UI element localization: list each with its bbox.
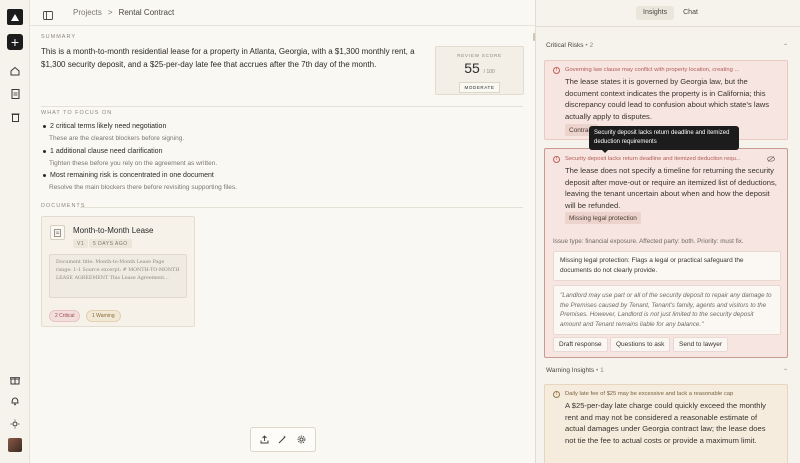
risk-body: The lease does not specify a timeline fo…	[565, 166, 777, 210]
sidebar-toggle-icon[interactable]	[43, 7, 53, 25]
warning-title: Daily late fee of $25 may be excessive a…	[565, 391, 734, 397]
send-to-lawyer-button[interactable]: Send to lawyer	[673, 337, 728, 352]
icon-rail: +	[0, 0, 30, 463]
tab-chat[interactable]: Chat	[676, 6, 705, 20]
eye-off-icon[interactable]	[767, 156, 775, 164]
avatar[interactable]	[8, 438, 22, 452]
panel-tabs: Insights Chat	[636, 6, 705, 20]
review-score-card: REVIEW SCORE 55 / 100 MODERATE	[435, 46, 524, 95]
chevron-up-icon[interactable]: ⌃	[783, 43, 788, 50]
breadcrumb: Projects > Rental Contract	[73, 8, 174, 17]
critical-badge: 2 Critical	[49, 310, 81, 322]
plus-icon[interactable]: +	[7, 34, 23, 50]
warning-badge: 1 Warning	[86, 310, 121, 322]
focus-item-sub: Tighten these before you rely on the agr…	[49, 160, 218, 167]
home-icon[interactable]	[7, 63, 23, 79]
warning-icon: !	[553, 391, 560, 398]
critical-risks-header[interactable]: Critical Risks • 2	[546, 42, 593, 49]
divider	[536, 26, 800, 27]
sun-icon[interactable]	[7, 416, 23, 432]
tab-insights[interactable]: Insights	[636, 6, 675, 20]
warning-insights-header[interactable]: Warning Insights • 1	[546, 367, 604, 374]
focus-item: 2 critical terms likely need negotiation	[43, 123, 166, 130]
warning-card[interactable]: ! Daily late fee of $25 may be excessive…	[544, 384, 788, 463]
logo-icon[interactable]	[7, 9, 23, 25]
chevron-up-icon[interactable]: ⌃	[783, 368, 788, 375]
warning-body: A $25-per-day late charge could quickly …	[565, 401, 766, 445]
focus-item-sub: Resolve the main blockers there before r…	[49, 184, 237, 191]
warning-insights-count: 1	[600, 367, 604, 374]
breadcrumb-current: Rental Contract	[118, 8, 175, 17]
document-version: V1	[73, 239, 89, 248]
divider	[80, 207, 523, 208]
upload-icon[interactable]	[260, 431, 269, 449]
draft-response-button[interactable]: Draft response	[553, 337, 608, 352]
main-panel: SUMMARY This is a month-to-month residen…	[30, 26, 535, 463]
divider	[41, 106, 523, 107]
critical-risks-label: Critical Risks	[546, 42, 584, 49]
document-title: Month-to-Month Lease	[73, 226, 154, 235]
issue-meta: Issue type: financial exposure. Affected…	[553, 238, 744, 245]
summary-label: SUMMARY	[41, 34, 77, 40]
document-age: 5 DAYS AGO	[89, 239, 132, 248]
score-rating-badge: MODERATE	[458, 82, 501, 93]
focus-item-title: Most remaining risk is concentrated in o…	[50, 172, 214, 179]
score-number: 55	[464, 60, 480, 76]
score-label: REVIEW SCORE	[457, 53, 502, 58]
document-card[interactable]: Month-to-Month Lease V1 5 DAYS AGO Docum…	[41, 216, 195, 327]
bell-icon[interactable]	[7, 393, 23, 409]
trash-icon[interactable]	[7, 109, 23, 125]
focus-item: 1 additional clause need clarification	[43, 148, 162, 155]
risk-title: Governing law clause may conflict with p…	[565, 67, 740, 73]
warning-insights-label: Warning Insights	[546, 367, 595, 374]
magic-wand-icon[interactable]	[278, 431, 287, 449]
document-icon	[50, 225, 65, 240]
summary-text: This is a month-to-month residential lea…	[41, 47, 415, 69]
risk-body: The lease states it is governed by Georg…	[565, 77, 770, 121]
gear-icon[interactable]	[297, 431, 306, 449]
risk-chip: Missing legal protection	[565, 212, 641, 224]
focus-item: Most remaining risk is concentrated in o…	[43, 172, 214, 179]
documents-label: DOCUMENTS	[41, 203, 86, 209]
focus-item-title: 2 critical terms likely need negotiation	[50, 123, 167, 130]
breadcrumb-projects[interactable]: Projects	[73, 8, 102, 17]
insights-panel: Insights Chat Critical Risks • 2 ⌃ ! Gov…	[535, 0, 800, 463]
explanation-box: Missing legal protection: Flags a legal …	[553, 251, 781, 281]
tooltip-arrow	[601, 149, 609, 153]
tooltip: Security deposit lacks return deadline a…	[589, 126, 739, 150]
alert-icon: !	[553, 156, 560, 163]
focus-item-sub: These are the clearest blockers before s…	[49, 135, 185, 142]
document-preview: Document title: Month-to-Month Lease Pag…	[49, 254, 187, 298]
floating-toolbar	[250, 427, 316, 452]
focus-label: WHAT TO FOCUS ON	[41, 110, 113, 116]
focus-item-title: 1 additional clause need clarification	[50, 148, 163, 155]
critical-risks-count: 2	[589, 42, 594, 49]
questions-to-ask-button[interactable]: Questions to ask	[610, 337, 671, 352]
top-bar: Projects > Rental Contract	[30, 0, 535, 26]
score-max: / 100	[483, 69, 495, 75]
risk-title: Security deposit lacks return deadline a…	[565, 156, 741, 162]
breadcrumb-separator: >	[107, 8, 113, 17]
critical-risk-card-expanded[interactable]: ! Security deposit lacks return deadline…	[544, 148, 788, 358]
document-icon[interactable]	[7, 86, 23, 102]
source-quote: "Landlord may use part or all of the sec…	[553, 285, 781, 336]
score-value: 55 / 100	[436, 60, 523, 76]
alert-icon: !	[553, 67, 560, 74]
gift-icon[interactable]	[7, 372, 23, 388]
